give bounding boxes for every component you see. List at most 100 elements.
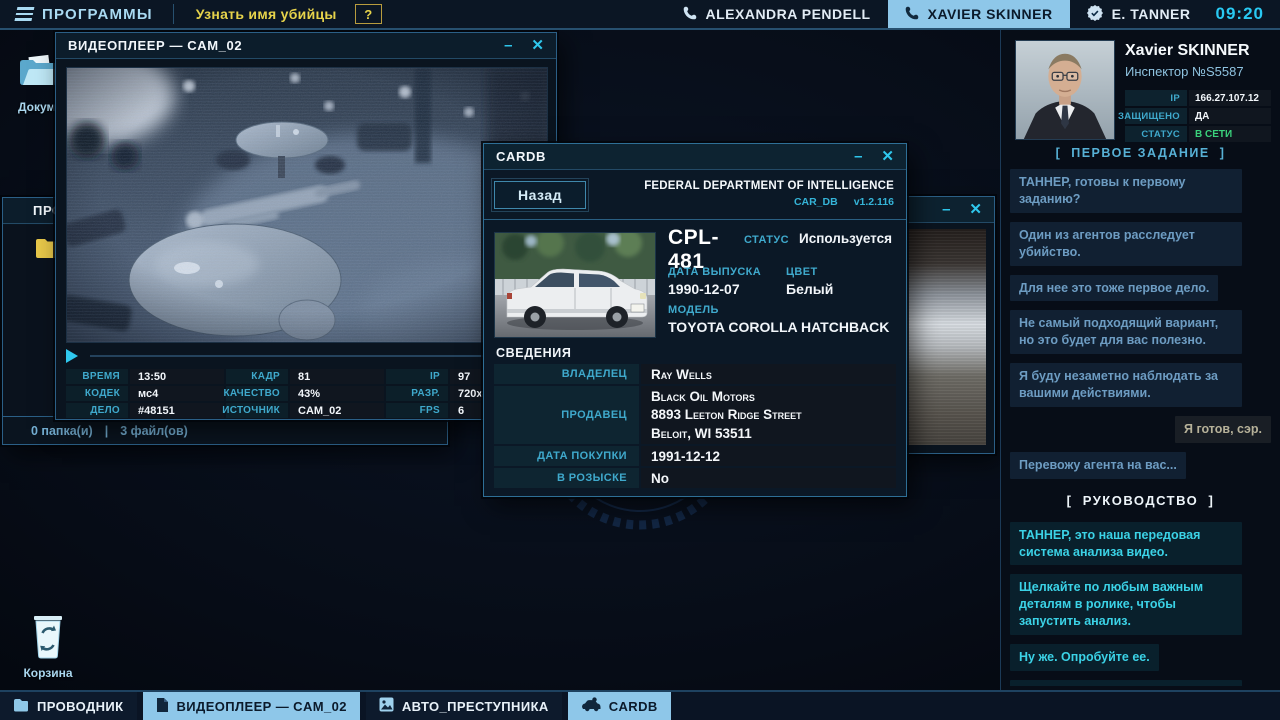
chat-message: Для нее это тоже первое дело. [1010, 275, 1218, 302]
minimize-button[interactable]: – [942, 202, 950, 217]
programs-label: ПРОГРАММЫ [42, 6, 153, 23]
seller-value: Black Oil Motors 8893 Leeton Ridge Stree… [641, 386, 896, 444]
phone-icon [905, 6, 919, 23]
chat-section-guide: [ РУКОВОДСТВО ] [1067, 493, 1215, 508]
color-label: ЦВЕТ [786, 266, 833, 278]
chat-message: Один из агентов расследует убийство. [1010, 222, 1242, 266]
handler-sidebar: Xavier SKINNER Инспектор №S5587 IP 166.2… [1000, 30, 1280, 690]
stat-value: 13:50 [130, 369, 224, 384]
info-label: ЗАЩИЩЕНО [1125, 108, 1187, 124]
purchase-date-label: ДАТА ПОКУПКИ [494, 446, 639, 466]
minimize-button[interactable]: – [504, 38, 512, 53]
taskbar-item-label: АВТО_ПРЕСТУПНИКА [402, 699, 549, 714]
hamburger-icon [15, 7, 35, 21]
desktop: ОТН Докуме Корзина [0, 0, 1280, 720]
video-stats-table: ВРЕМЯ 13:50 КАДР 81 IP 97 КОДЕК мс4 КАЧЕ… [66, 369, 548, 418]
stat-value: 81 [290, 369, 384, 384]
play-button[interactable] [66, 349, 78, 363]
files-count: 3 файл(ов) [120, 424, 188, 438]
purchase-date-value: 1991-12-12 [641, 446, 896, 466]
video-player-titlebar[interactable]: ВИДЕОПЛЕЕР — CAM_02 – ✕ [56, 33, 556, 59]
explorer-status-bar: 0 папка(и) | 3 файл(ов) [3, 416, 447, 444]
taskbar-item-suspect-photo[interactable]: АВТО_ПРЕСТУПНИКА [366, 692, 562, 720]
stat-value: 43% [290, 386, 384, 401]
info-value: 166.27.107.12 [1189, 90, 1271, 106]
desktop-icon-recycle-bin[interactable]: Корзина [16, 614, 80, 680]
handler-role: Инспектор №S5587 [1125, 64, 1244, 79]
image-icon [379, 697, 394, 715]
cardb-titlebar[interactable]: CARDB – ✕ [484, 144, 906, 170]
close-button[interactable]: ✕ [969, 202, 982, 217]
chat-message: Перевожу агента на вас... [1010, 452, 1186, 479]
car-photo[interactable] [494, 232, 656, 338]
seller-line: 8893 Leeton Ridge Street [651, 406, 802, 424]
info-label: IP [1125, 90, 1187, 106]
avatar [1015, 40, 1115, 140]
seller-line: Beloit, WI 53511 [651, 425, 752, 443]
folder-icon [13, 698, 29, 715]
status-label: СТАТУС [744, 234, 789, 246]
taskbar: ПРОВОДНИК ВИДЕОПЛЕЕР — CAM_02 АВТО_ПРЕСТ… [0, 690, 1280, 720]
chat-log[interactable]: [ ПЕРВОЕ ЗАДАНИЕ ] ТАННЕР, готовы к перв… [1010, 146, 1271, 686]
chat-message: Я буду незаметно наблюдать за вашими дей… [1010, 363, 1242, 407]
info-value: ДА [1189, 108, 1271, 124]
chat-message-tutorial: ТАННЕР, это наша передовая система анали… [1010, 522, 1242, 566]
stat-label: КАДР [226, 369, 288, 384]
cardb-window: CARDB – ✕ Назад FEDERAL DEPARTMENT OF IN… [483, 143, 907, 497]
taskbar-item-cardb[interactable]: CARDB [568, 692, 671, 720]
release-date-label: ДАТА ВЫПУСКА [668, 266, 786, 278]
programs-menu-button[interactable]: ПРОГРАММЫ [0, 0, 169, 28]
chat-message: Не самый подходящий вариант, но это буде… [1010, 310, 1242, 354]
model-value: TOYOTA COROLLA HATCHBACK [668, 319, 889, 335]
stat-value: мс4 [130, 386, 224, 401]
status-separator: | [105, 424, 109, 438]
chat-message-tutorial: Как и в случае видео, вы можете щелкнуть… [1010, 680, 1242, 686]
progress-track[interactable] [90, 355, 548, 357]
chat-message-tutorial: Ну же. Опробуйте ее. [1010, 644, 1159, 671]
stat-label: ИСТОЧНИК [226, 403, 288, 418]
handler-info-table: IP 166.27.107.12 ЗАЩИЩЕНО ДА СТАТУС В СЕ… [1125, 90, 1271, 142]
chat-message-tutorial: Щелкайте по любым важным деталям в ролик… [1010, 574, 1242, 635]
car-icon [581, 697, 601, 715]
taskbar-item-label: CARDB [609, 699, 658, 714]
chat-message: ТАННЕР, готовы к первому заданию? [1010, 169, 1242, 213]
desktop-icon-label: Корзина [16, 666, 80, 680]
details-table: ВЛАДЕЛЕЦ Ray Wells ПРОДАВЕЦ Black Oil Mo… [494, 364, 896, 488]
minimize-button[interactable]: – [854, 149, 862, 164]
stat-label: КОДЕК [66, 386, 128, 401]
handler-name: Xavier SKINNER [1125, 42, 1250, 60]
seller-line: Black Oil Motors [651, 388, 755, 406]
status-value: Используется [799, 231, 892, 246]
app-version: v1.2.116 [854, 196, 894, 208]
verified-badge-icon [1087, 5, 1103, 24]
taskbar-item-explorer[interactable]: ПРОВОДНИК [0, 692, 137, 720]
close-button[interactable]: ✕ [531, 38, 544, 53]
objective-label: Узнать имя убийцы [178, 6, 355, 22]
contact-name: ALEXANDRA PENDELL [706, 6, 871, 22]
wanted-value: No [641, 468, 896, 488]
stat-label: КАЧЕСТВО [226, 386, 288, 401]
stat-label: ДЕЛО [66, 403, 128, 418]
chat-message-reply: Я готов, сэр. [1175, 416, 1271, 443]
stat-label: РАЗР. [386, 386, 448, 401]
owner-value: Ray Wells [641, 364, 896, 384]
color-value: Белый [786, 281, 833, 297]
window-title: ВИДЕОПЛЕЕР — CAM_02 [68, 38, 242, 53]
taskbar-item-label: ПРОВОДНИК [37, 699, 124, 714]
contact-tab-alexandra-pendell[interactable]: ALEXANDRA PENDELL [666, 0, 888, 28]
cctv-footage [67, 68, 548, 343]
back-button[interactable]: Назад [494, 181, 586, 209]
folders-count: 0 папка(и) [31, 424, 93, 438]
contact-tab-xavier-skinner[interactable]: XAVIER SKINNER [888, 0, 1070, 28]
close-button[interactable]: ✕ [881, 149, 894, 164]
model-label: МОДЕЛЬ [668, 304, 889, 316]
video-player-window: ВИДЕОПЛЕЕР — CAM_02 – ✕ [55, 32, 557, 420]
help-button[interactable]: ? [355, 4, 382, 24]
video-file-icon [156, 697, 169, 716]
org-name: FEDERAL DEPARTMENT OF INTELLIGENCE [644, 180, 894, 192]
contact-tab-e-tanner[interactable]: E. TANNER [1070, 0, 1208, 28]
video-viewport[interactable] [66, 67, 548, 343]
menu-bar: ПРОГРАММЫ Узнать имя убийцы ? ALEXANDRA … [0, 0, 1280, 30]
stat-label: FPS [386, 403, 448, 418]
taskbar-item-videoplayer[interactable]: ВИДЕОПЛЕЕР — CAM_02 [143, 692, 360, 720]
